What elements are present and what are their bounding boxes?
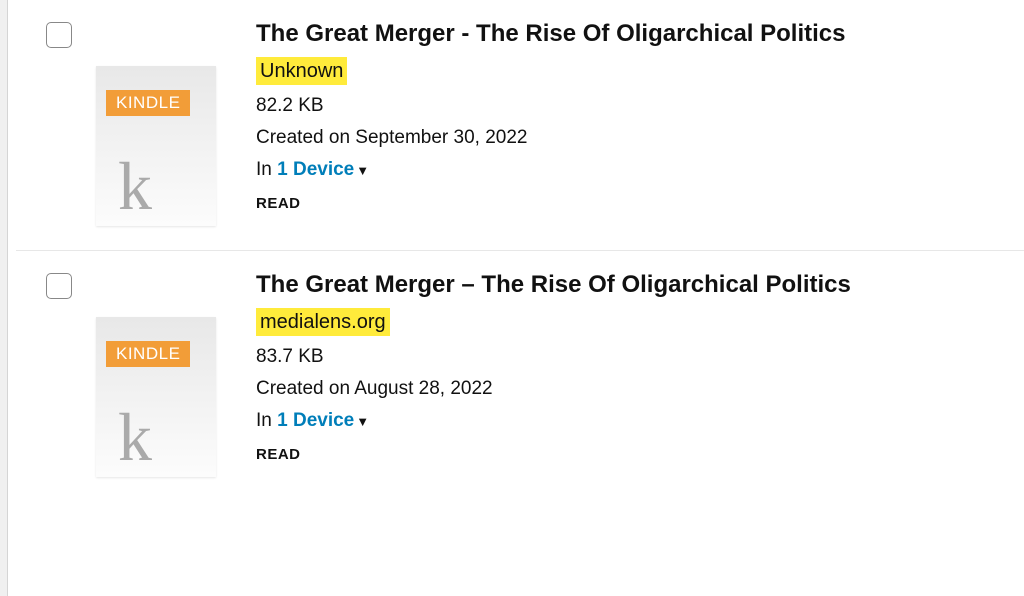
book-author: medialens.org [256,308,390,336]
sidebar-edge [0,0,8,596]
book-thumbnail[interactable]: KINDLE k [96,317,216,477]
select-checkbox[interactable] [46,22,72,48]
file-size: 83.7 KB [256,346,1004,368]
devices-dropdown[interactable]: 1 Device▼ [277,159,369,180]
thumb-letter: k [118,152,152,220]
read-button[interactable]: READ [256,446,1004,463]
kindle-badge: KINDLE [106,90,190,116]
devices-prefix: In [256,159,277,180]
select-checkbox[interactable] [46,273,72,299]
checkbox-column [46,269,96,299]
kindle-badge: KINDLE [106,341,190,367]
details-column: The Great Merger – The Rise Of Oligarchi… [246,269,1004,463]
caret-down-icon: ▼ [356,414,369,429]
read-button[interactable]: READ [256,195,1004,212]
book-title[interactable]: The Great Merger - The Rise Of Oligarchi… [256,18,1004,49]
thumbnail-column: KINDLE k [96,18,246,226]
list-item: KINDLE k The Great Merger - The Rise Of … [16,0,1024,251]
created-date: Created on September 30, 2022 [256,127,1004,149]
file-size: 82.2 KB [256,95,1004,117]
devices-prefix: In [256,410,277,431]
devices-row: In 1 Device▼ [256,410,1004,432]
list-item: KINDLE k The Great Merger – The Rise Of … [16,251,1024,501]
caret-down-icon: ▼ [356,163,369,178]
devices-row: In 1 Device▼ [256,159,1004,181]
thumb-letter: k [118,403,152,471]
created-date: Created on August 28, 2022 [256,378,1004,400]
devices-dropdown[interactable]: 1 Device▼ [277,410,369,431]
checkbox-column [46,18,96,48]
devices-count: 1 Device [277,159,354,180]
details-column: The Great Merger - The Rise Of Oligarchi… [246,18,1004,212]
content-list: KINDLE k The Great Merger - The Rise Of … [16,0,1024,501]
thumbnail-column: KINDLE k [96,269,246,477]
book-author: Unknown [256,57,347,85]
book-title[interactable]: The Great Merger – The Rise Of Oligarchi… [256,269,1004,300]
book-thumbnail[interactable]: KINDLE k [96,66,216,226]
devices-count: 1 Device [277,410,354,431]
